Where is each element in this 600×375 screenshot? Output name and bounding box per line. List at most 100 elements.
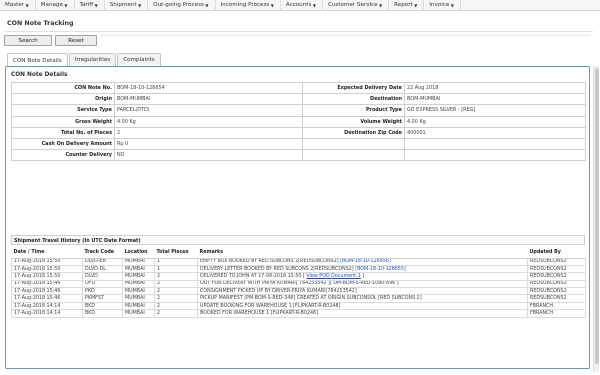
- caret-down-icon: ▼: [270, 2, 274, 8]
- section-title: CON Note Details: [11, 72, 68, 78]
- cell-remarks: DELIVERY LETTER BOOKED BY RED SUBCONS 2[…: [197, 264, 528, 274]
- details-row: Cash On Delivery Amount Rp 0: [11, 137, 586, 151]
- field-value: 22 Aug 2018: [404, 81, 586, 95]
- vertical-scrollbar[interactable]: [593, 66, 599, 372]
- cell-location: MUMBAI: [122, 264, 155, 274]
- title-divider: [4, 31, 593, 32]
- field-value: NO: [114, 149, 303, 162]
- header-track-code: Track Code: [82, 248, 123, 259]
- field-label: [302, 149, 405, 162]
- details-row: Gross Weight 4.00 Kg Volume Weight 4.00 Kg: [11, 115, 586, 128]
- caret-down-icon: ▼: [450, 2, 454, 8]
- field-label: Expected Delivery Date: [302, 81, 405, 95]
- cell-total-pieces: 2: [154, 294, 198, 303]
- caret-down-icon: ▼: [379, 2, 383, 8]
- cell-track-code: OFD: [82, 279, 123, 289]
- cell-updated-by: REDSUBCONS2: [527, 287, 586, 296]
- history-title: Shipment Travel History (In UTC Date For…: [11, 235, 585, 245]
- caret-down-icon: ▼: [94, 2, 98, 8]
- cell-track-code: DLVD-EB: [82, 257, 123, 266]
- field-value: BOM-MUMBAI: [114, 93, 303, 106]
- field-label: Counter Delivery: [11, 149, 115, 162]
- menu-incoming-process[interactable]: Incoming Process ▼: [216, 0, 281, 11]
- page-title: CON Note Tracking: [7, 20, 74, 27]
- reset-button[interactable]: Reset: [55, 35, 97, 46]
- menu-label: Incoming Process: [220, 2, 270, 8]
- shipment-history-table: Date / Time Track Code Location Total Pi…: [11, 248, 586, 318]
- caret-down-icon: ▼: [414, 2, 418, 8]
- cell-total-pieces: 2: [154, 309, 198, 318]
- tab-con-note-details[interactable]: CON Note Details: [7, 53, 68, 67]
- cell-updated-by: REDSUBCONS2: [527, 264, 586, 274]
- menu-tariff[interactable]: Tariff ▼: [75, 0, 105, 11]
- caret-down-icon: ▼: [64, 2, 68, 8]
- tab-complaints[interactable]: Complaints: [117, 53, 161, 66]
- menu-report[interactable]: Report ▼: [389, 0, 425, 11]
- cell-location: MUMBAI: [122, 301, 155, 311]
- cell-updated-by: FBRANCH: [527, 309, 586, 318]
- con-note-link[interactable]: [BOM-18-10-126655]: [355, 267, 406, 272]
- field-label: Origin: [11, 93, 115, 106]
- menu-invoice[interactable]: Invoice ▼: [424, 0, 461, 11]
- cell-track-code: DLVD: [82, 272, 123, 281]
- field-label: [302, 137, 405, 151]
- table-row: 17-Aug-2018 15:46 PKD MUMBAI 2 CONSIGNMENT P…: [11, 287, 586, 296]
- history-header-row: Date / Time Track Code Location Total Pi…: [11, 248, 586, 259]
- remarks-text: EMPTY BOX BOOKED BY RED SUBCONS 2[REDSUB…: [200, 259, 339, 265]
- field-value: PARCEL(DTD): [114, 104, 303, 117]
- cell-date-time: 17-Aug-2018 15:50: [11, 264, 83, 274]
- header-updated-by: Updated By: [527, 248, 586, 259]
- caret-down-icon: ▼: [312, 2, 316, 8]
- cell-track-code: BKD: [82, 301, 123, 311]
- search-button[interactable]: Search: [4, 35, 52, 46]
- table-row: 17-Aug-2018 15:46 OFD MUMBAI 2 OUT FOR DELIV…: [11, 279, 586, 289]
- remarks-text: DELIVERY LETTER BOOKED BY RED SUBCONS 2[…: [200, 266, 354, 272]
- tab-irregularities[interactable]: Irregularities: [68, 53, 117, 66]
- table-row: 17-Aug-2018 15:46 PKMFST MUMBAI 2 PICKUP MAN…: [11, 294, 586, 303]
- field-label: CON Note No.: [11, 81, 115, 95]
- con-note-link[interactable]: [BOM-18-10-126656]: [340, 259, 391, 264]
- caret-down-icon: ▼: [25, 2, 29, 8]
- cell-updated-by: FBRANCH: [527, 301, 586, 311]
- remarks-text: PICKUP MANIFEST [PM-BOM-S-RED-348] CREAT…: [200, 296, 422, 302]
- scrollbar-thumb[interactable]: [595, 68, 599, 364]
- cell-location: MUMBAI: [122, 287, 155, 296]
- cell-total-pieces: 2: [154, 287, 198, 296]
- details-row: Service Type PARCEL(DTD) Product Type GD EX…: [11, 104, 586, 117]
- cell-location: MUMBAI: [122, 279, 155, 289]
- field-value: Rp 0: [114, 137, 303, 151]
- menu-label: Manage: [40, 2, 63, 8]
- menu-customer-service[interactable]: Customer Service ▼: [323, 0, 390, 11]
- table-row: 17-Aug-2018 14:14 BKD MUMBAI 2 UPDATE BOOKIN…: [11, 301, 586, 311]
- field-label: Product Type: [302, 104, 405, 117]
- cell-date-time: 17-Aug-2018 14:14: [11, 301, 83, 311]
- menu-master[interactable]: Master ▼: [0, 0, 36, 11]
- view-pod-link[interactable]: View POD Document-1: [306, 274, 360, 279]
- menu-outgoing-process[interactable]: Out-going Process ▼: [148, 0, 216, 11]
- field-label: Total No. of Pieces: [11, 126, 115, 139]
- cell-location: MUMBAI: [122, 272, 155, 281]
- menu-label: Tariff: [79, 2, 94, 8]
- field-label: Destination: [302, 93, 405, 106]
- cell-total-pieces: 2: [154, 279, 198, 289]
- menu-shipment[interactable]: Shipment ▼: [105, 0, 149, 11]
- cell-location: MUMBAI: [122, 309, 155, 318]
- details-row: CON Note No. BOM-18-10-126654 Expected Del…: [11, 81, 586, 95]
- header-location: Location: [122, 248, 155, 259]
- main-menu-bar: Master ▼ Manage ▼ Tariff ▼ Shipment ▼ Out-go…: [0, 0, 600, 11]
- search-area-divider: [100, 35, 590, 46]
- cell-updated-by: REDSUBCONS2: [527, 272, 586, 281]
- cell-updated-by: REDSUBCONS2: [527, 294, 586, 303]
- con-note-details-table: CON Note No. BOM-18-10-126654 Expected Del…: [11, 81, 586, 162]
- cell-track-code: PKMFST: [82, 294, 123, 303]
- menu-accounts[interactable]: Accounts ▼: [281, 0, 323, 11]
- cell-total-pieces: 2: [154, 272, 198, 281]
- remarks-text: BOOKED FOR WAREHOUSE 1 [FLIPKART-R-B0248…: [200, 310, 318, 316]
- menu-manage[interactable]: Manage ▼: [36, 0, 75, 11]
- details-row: Origin BOM-MUMBAI Destination BOM-MUMBAI: [11, 93, 586, 106]
- cell-updated-by: REDSUBCONS2: [527, 279, 586, 289]
- details-row: Total No. of Pieces 2 Destination Zip Code…: [11, 126, 586, 139]
- caret-down-icon: ▼: [205, 2, 209, 8]
- header-remarks: Remarks: [197, 248, 528, 259]
- cell-remarks: OUT FOR DELIVERY WITH PRIYA KUMARI[ 7842…: [197, 279, 528, 289]
